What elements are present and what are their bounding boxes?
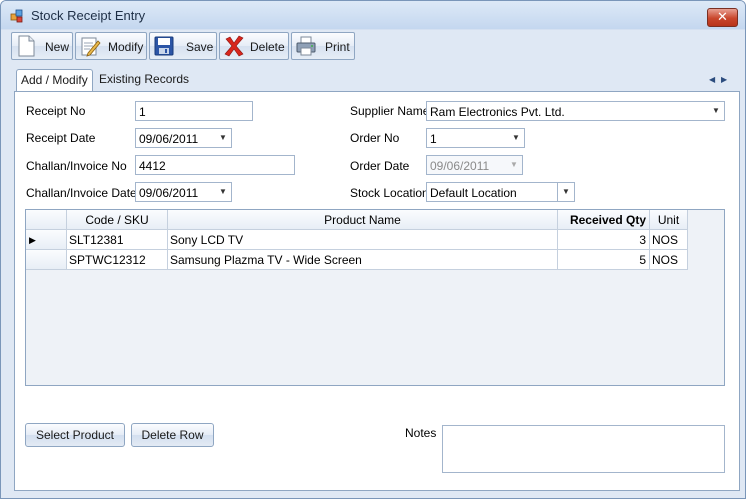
stock-location-value: Default Location (430, 186, 517, 200)
print-label: Print (325, 40, 350, 54)
new-button[interactable]: New (11, 32, 73, 60)
window-title: Stock Receipt Entry (31, 8, 146, 23)
challan-no-input[interactable]: 4412 (135, 155, 295, 175)
tab-scroll-left-icon[interactable]: ◀ (709, 75, 715, 84)
tab-existing-records[interactable]: Existing Records (95, 69, 193, 90)
chevron-down-icon: ▼ (506, 156, 522, 174)
column-header-unit[interactable]: Unit (650, 210, 688, 230)
cell-product[interactable]: Sony LCD TV (168, 230, 558, 250)
client-area: New Modify Save Delete Print Add / Modif… (4, 30, 742, 495)
supplier-name-combo[interactable]: Ram Electronics Pvt. Ltd. ▼ (426, 101, 725, 121)
cell-product[interactable]: Samsung Plazma TV - Wide Screen (168, 250, 558, 270)
challan-date-label: Challan/Invoice Date (26, 186, 137, 200)
new-document-icon (18, 35, 35, 57)
close-icon: ✕ (717, 9, 728, 24)
column-header-code[interactable]: Code / SKU (67, 210, 168, 230)
tab-add-modify[interactable]: Add / Modify (16, 69, 93, 92)
edit-pencil-icon (81, 37, 101, 57)
stock-location-label: Stock Location (350, 186, 429, 200)
receipt-no-label: Receipt No (26, 104, 86, 118)
stock-receipt-window: Stock Receipt Entry ✕ New Modify Save De… (0, 0, 746, 499)
order-no-label: Order No (350, 131, 400, 145)
new-label: New (45, 40, 70, 54)
cell-unit[interactable]: NOS (650, 230, 688, 250)
cell-qty[interactable]: 3 (558, 230, 650, 250)
chevron-down-icon[interactable]: ▼ (708, 102, 724, 120)
select-product-button[interactable]: Select Product (25, 423, 125, 447)
tab-scroll-right-icon[interactable]: ▶ (721, 75, 727, 84)
column-header-qty[interactable]: Received Qty (558, 210, 650, 230)
row-header[interactable] (26, 250, 67, 270)
column-header-product[interactable]: Product Name (168, 210, 558, 230)
delete-label: Delete (250, 40, 285, 54)
chevron-down-icon[interactable]: ▼ (557, 183, 574, 201)
app-icon (10, 9, 23, 23)
challan-no-label: Challan/Invoice No (26, 159, 127, 173)
add-modify-panel: Receipt No 1 Receipt Date 09/06/2011 ▼ C… (14, 91, 740, 491)
order-date-label: Order Date (350, 159, 410, 173)
order-no-value: 1 (430, 132, 437, 146)
tab-strip: Add / Modify Existing Records ◀ ▶ (16, 69, 740, 92)
row-header-current[interactable]: ▶ (26, 230, 67, 250)
current-row-arrow-icon: ▶ (29, 235, 36, 245)
supplier-name-label: Supplier Name (350, 104, 430, 118)
close-button[interactable]: ✕ (707, 8, 738, 27)
notes-textarea[interactable] (442, 425, 725, 473)
chevron-down-icon[interactable]: ▼ (215, 129, 231, 147)
challan-date-value: 09/06/2011 (139, 186, 199, 200)
receipt-date-label: Receipt Date (26, 131, 96, 145)
save-button[interactable]: Save (149, 32, 217, 60)
cell-unit[interactable]: NOS (650, 250, 688, 270)
modify-label: Modify (108, 40, 144, 54)
delete-x-icon (224, 35, 244, 57)
chevron-down-icon[interactable]: ▼ (508, 129, 524, 147)
order-date-value: 09/06/2011 (430, 159, 490, 173)
products-grid[interactable]: Code / SKU Product Name Received Qty Uni… (25, 209, 725, 386)
challan-date-picker[interactable]: 09/06/2011 ▼ (135, 182, 232, 202)
receipt-date-value: 09/06/2011 (139, 132, 199, 146)
printer-icon (296, 36, 316, 56)
order-no-combo[interactable]: 1 ▼ (426, 128, 525, 148)
modify-button[interactable]: Modify (75, 32, 147, 60)
grid-corner-header (26, 210, 67, 230)
receipt-date-picker[interactable]: 09/06/2011 ▼ (135, 128, 232, 148)
title-bar[interactable]: Stock Receipt Entry ✕ (1, 1, 745, 29)
notes-label: Notes (405, 426, 437, 440)
delete-button[interactable]: Delete (219, 32, 289, 60)
receipt-no-input[interactable]: 1 (135, 101, 253, 121)
supplier-name-value: Ram Electronics Pvt. Ltd. (430, 105, 565, 119)
save-label: Save (186, 40, 214, 54)
delete-row-button[interactable]: Delete Row (131, 423, 214, 447)
chevron-down-icon[interactable]: ▼ (215, 183, 231, 201)
stock-location-combo[interactable]: Default Location ▼ (426, 182, 575, 202)
cell-code[interactable]: SPTWC12312 (67, 250, 168, 270)
cell-qty[interactable]: 5 (558, 250, 650, 270)
print-button[interactable]: Print (291, 32, 355, 60)
cell-code[interactable]: SLT12381 (67, 230, 168, 250)
floppy-disk-icon (154, 36, 174, 56)
order-date-picker: 09/06/2011 ▼ (426, 155, 523, 175)
